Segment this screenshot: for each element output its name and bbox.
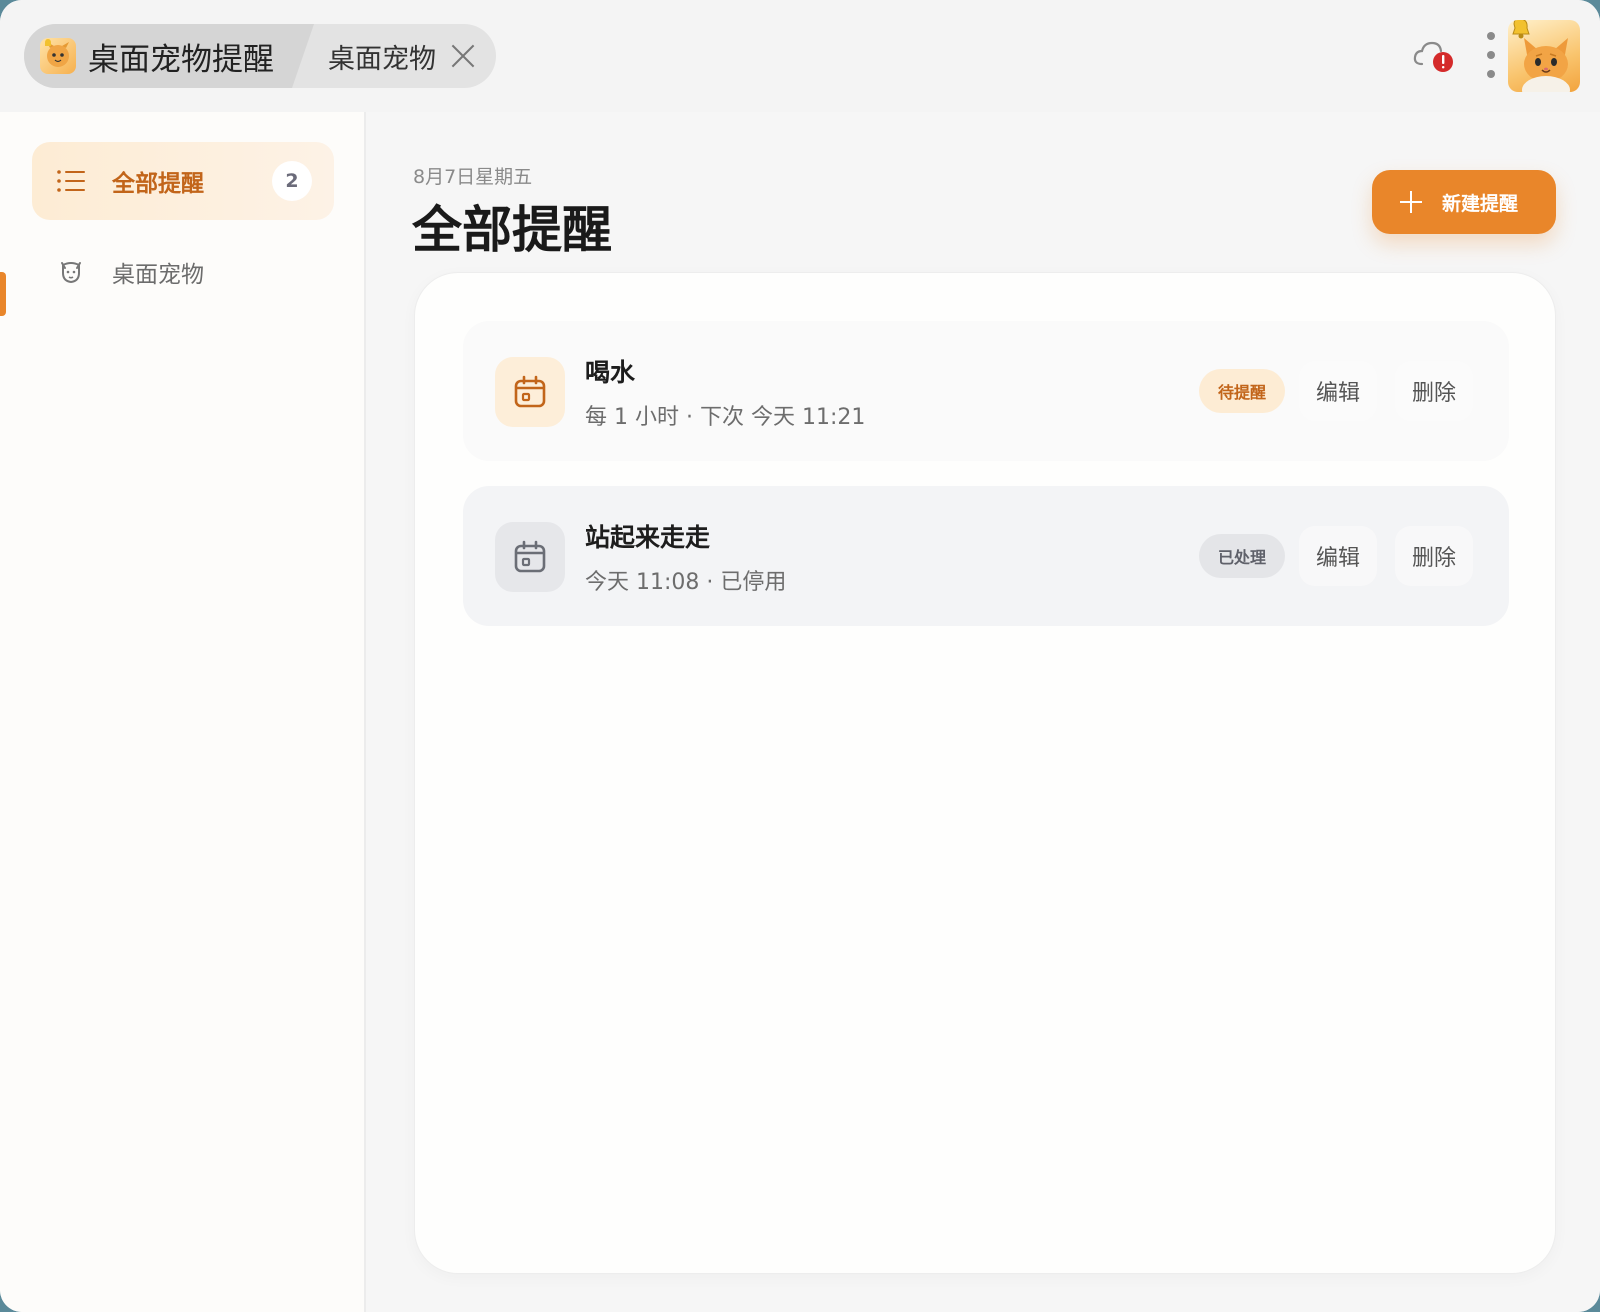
tab-label: 桌面宠物提醒 [88,41,274,78]
sidebar-item-all-reminders[interactable]: 全部提醒 2 [32,142,334,220]
main-content: 8月7日星期五 全部提醒 新建提醒 喝水 每 1 小时 · 下次 今天 11:2… [366,112,1600,1312]
list-icon [56,166,86,196]
calendar-icon [495,522,565,592]
tab-strip: 桌面宠物提醒 桌面宠物 [24,24,496,88]
delete-button[interactable]: 删除 [1395,361,1473,421]
reminder-list-panel: 喝水 每 1 小时 · 下次 今天 11:21 待提醒 编辑 删除 站起来走走 [414,272,1556,1274]
edit-button[interactable]: 编辑 [1299,526,1377,586]
reminder-schedule: 今天 11:08 · 已停用 [585,570,787,595]
app-window: 桌面宠物提醒 桌面宠物 全部提醒 2 桌面宠物 8月7日星期五 全部提醒 新建提… [0,0,1600,1312]
page-title: 全部提醒 [412,201,612,259]
new-reminder-button[interactable]: 新建提醒 [1372,170,1556,234]
reminder-schedule: 每 1 小时 · 下次 今天 11:21 [585,405,866,430]
sidebar-item-label: 全部提醒 [112,171,204,197]
status-badge: 待提醒 [1199,369,1285,413]
pet-icon [56,257,86,287]
tab-pet-reminder[interactable]: 桌面宠物提醒 [24,24,314,88]
more-options-icon[interactable] [1484,32,1498,78]
title-bar: 桌面宠物提醒 桌面宠物 [0,0,1600,112]
tab-label: 桌面宠物 [328,43,436,75]
status-badge: 已处理 [1199,534,1285,578]
edit-button[interactable]: 编辑 [1299,361,1377,421]
active-indicator [0,272,6,316]
avatar[interactable] [1508,20,1580,92]
close-icon[interactable] [450,43,476,69]
sidebar: 全部提醒 2 桌面宠物 [0,112,366,1312]
date-label: 8月7日星期五 [413,166,533,188]
new-reminder-label: 新建提醒 [1442,192,1519,215]
reminder-card[interactable]: 站起来走走 今天 11:08 · 已停用 已处理 编辑 删除 [463,486,1509,626]
plus-icon [1400,191,1422,213]
cloud-sync-error-button[interactable] [1412,38,1456,74]
sidebar-item-desktop-pet[interactable]: 桌面宠物 [32,242,334,302]
tab-desktop-pet[interactable]: 桌面宠物 [314,24,496,88]
reminder-title: 喝水 [585,358,636,387]
delete-button[interactable]: 删除 [1395,526,1473,586]
reminder-title: 站起来走走 [585,523,711,552]
count-badge: 2 [272,161,312,201]
reminder-card[interactable]: 喝水 每 1 小时 · 下次 今天 11:21 待提醒 编辑 删除 [463,321,1509,461]
sidebar-item-label: 桌面宠物 [112,262,204,288]
calendar-icon [495,357,565,427]
app-logo-icon [40,38,76,74]
cloud-alert-icon [1413,41,1453,72]
